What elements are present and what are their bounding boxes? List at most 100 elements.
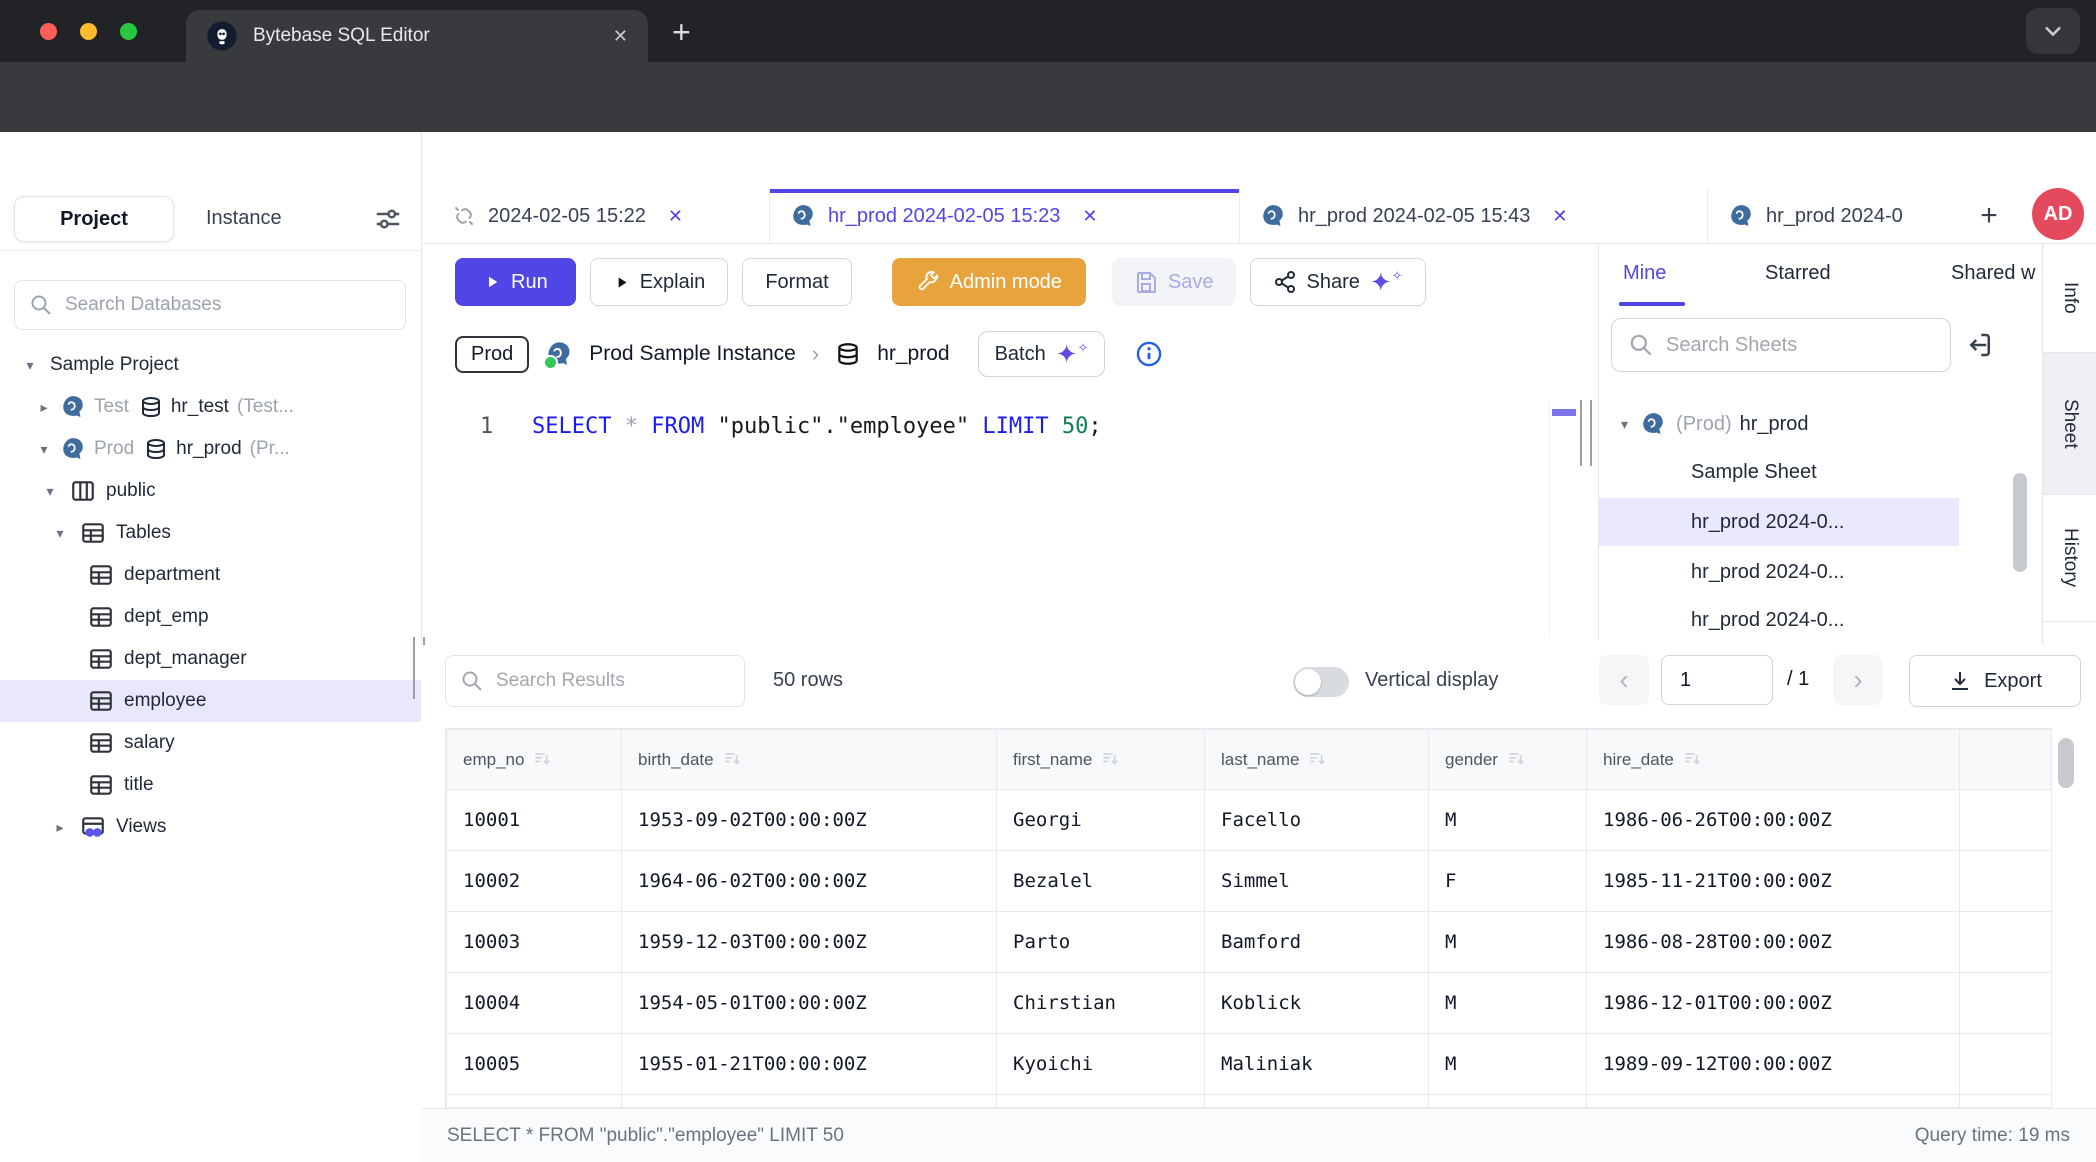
admin-mode-button[interactable]: Admin mode (892, 258, 1086, 306)
column-header[interactable]: birth_date (622, 730, 997, 790)
cell[interactable]: Simmel (1205, 851, 1429, 912)
cell[interactable]: M (1429, 790, 1587, 851)
batch-button[interactable]: Batch ✦✧ (978, 331, 1106, 377)
column-header[interactable]: last_name (1205, 730, 1429, 790)
filter-sliders-icon[interactable] (373, 204, 403, 234)
next-page-button[interactable]: › (1833, 655, 1883, 705)
cell[interactable]: 1954-05-01T00:00:00Z (622, 973, 997, 1034)
tree-item-views[interactable]: ▸ Views (0, 806, 421, 848)
cell[interactable]: Parto (997, 912, 1205, 973)
tab-shared-with-me[interactable]: Shared w (1951, 262, 2036, 285)
sheet-tab[interactable]: hr_prod 2024-02-05 15:43 ✕ (1240, 189, 1708, 243)
window-close-button[interactable] (40, 23, 57, 40)
info-icon[interactable] (1135, 340, 1163, 368)
column-header[interactable]: first_name (997, 730, 1205, 790)
collapse-panel-icon[interactable] (1965, 330, 1995, 360)
sheet-list-scrollbar[interactable] (2013, 473, 2027, 572)
close-icon[interactable]: ✕ (1552, 206, 1567, 227)
cell[interactable]: 1986-08-28T00:00:00Z (1587, 912, 1960, 973)
cell[interactable]: Bezalel (997, 851, 1205, 912)
prev-page-button[interactable]: ‹ (1599, 655, 1649, 705)
sheet-tab[interactable]: 2024-02-05 15:22 ✕ (432, 189, 770, 243)
cell[interactable]: 10006 (447, 1095, 622, 1109)
tree-item-tables[interactable]: ▾ Tables (0, 512, 421, 554)
table-row[interactable]: 100031959-12-03T00:00:00ZPartoBamfordM19… (447, 912, 2053, 973)
tab-close-icon[interactable]: ✕ (613, 26, 628, 47)
new-sheet-button[interactable]: + (1966, 189, 2012, 243)
tree-item-public[interactable]: ▾ public (0, 470, 421, 512)
tab-sheet[interactable]: Sheet (2043, 353, 2096, 495)
export-button[interactable]: Export (1909, 655, 2081, 707)
ai-sparkle-icon[interactable]: ✦✧ (1370, 269, 1403, 295)
tree-item-table-selected[interactable]: employee (0, 680, 421, 722)
tab-instance[interactable]: Instance (206, 207, 282, 230)
tab-starred[interactable]: Starred (1765, 262, 1831, 285)
cell[interactable]: M (1429, 912, 1587, 973)
instance-name[interactable]: Prod Sample Instance (589, 342, 796, 366)
tab-history[interactable]: History (2043, 495, 2096, 622)
cell[interactable]: 1959-12-03T00:00:00Z (622, 912, 997, 973)
table-row[interactable]: 100051955-01-21T00:00:00ZKyoichiMaliniak… (447, 1034, 2053, 1095)
column-header[interactable]: gender (1429, 730, 1587, 790)
format-button[interactable]: Format (742, 258, 851, 306)
caret-down-icon[interactable]: ▾ (22, 357, 38, 374)
cell[interactable]: Maliniak (1205, 1034, 1429, 1095)
cell[interactable]: Kyoichi (997, 1034, 1205, 1095)
cell[interactable]: F (1429, 851, 1587, 912)
close-icon[interactable]: ✕ (668, 206, 683, 227)
tree-item-table[interactable]: dept_emp (0, 596, 421, 638)
tab-project[interactable]: Project (14, 196, 174, 242)
tab-mine[interactable]: Mine (1623, 262, 1666, 285)
vertical-display-toggle[interactable] (1293, 667, 1349, 697)
user-avatar[interactable]: AD (2032, 188, 2084, 240)
sheet-search-input[interactable]: Search Sheets (1611, 318, 1951, 372)
save-button[interactable]: Save (1112, 258, 1236, 306)
cell[interactable]: 1986-12-01T00:00:00Z (1587, 973, 1960, 1034)
tree-item-table[interactable]: salary (0, 722, 421, 764)
column-header[interactable]: hire_date (1587, 730, 1960, 790)
share-button[interactable]: Share ✦✧ (1250, 258, 1426, 306)
tree-item-table[interactable]: title (0, 764, 421, 806)
sheet-item[interactable]: hr_prod 2024-0... (1599, 548, 1959, 596)
cell[interactable]: 10005 (447, 1034, 622, 1095)
results-scrollbar[interactable] (2058, 738, 2074, 788)
sheet-item[interactable]: hr_prod 2024-0... (1599, 596, 1959, 640)
sql-code-editor[interactable]: 1 SELECT * FROM "public"."employee" LIMI… (432, 404, 1598, 464)
cell[interactable]: 1953-04-20T00:00:00Z (622, 1095, 997, 1109)
cell[interactable]: Chirstian (997, 973, 1205, 1034)
cell[interactable]: F (1429, 1095, 1587, 1109)
cell[interactable]: 1953-09-02T00:00:00Z (622, 790, 997, 851)
sort-icon[interactable] (1682, 749, 1702, 769)
cell[interactable]: M (1429, 1034, 1587, 1095)
tree-item-hr-test[interactable]: ▸ Test hr_test (Test... (0, 386, 421, 428)
caret-down-icon[interactable]: ▾ (42, 483, 58, 500)
cell[interactable]: Georgi (997, 790, 1205, 851)
run-button[interactable]: Run (455, 258, 576, 306)
database-search-input[interactable]: Search Databases (14, 280, 406, 330)
sort-icon[interactable] (532, 749, 552, 769)
cell[interactable]: Preusig (1205, 1095, 1429, 1109)
caret-right-icon[interactable]: ▸ (52, 819, 68, 836)
environment-chip[interactable]: Prod (455, 336, 529, 373)
tree-item-table[interactable]: dept_manager (0, 638, 421, 680)
explain-button[interactable]: Explain (590, 258, 729, 306)
cell[interactable]: 1964-06-02T00:00:00Z (622, 851, 997, 912)
tab-search-button[interactable] (2026, 8, 2080, 54)
sort-icon[interactable] (1307, 749, 1327, 769)
cell[interactable]: Facello (1205, 790, 1429, 851)
caret-right-icon[interactable]: ▸ (36, 399, 52, 416)
tab-info[interactable]: Info (2043, 244, 2096, 353)
cell[interactable]: M (1429, 973, 1587, 1034)
new-tab-button[interactable]: + (672, 14, 691, 51)
cell[interactable]: 10004 (447, 973, 622, 1034)
database-name[interactable]: hr_prod (877, 342, 949, 366)
sort-icon[interactable] (1100, 749, 1120, 769)
sheet-item[interactable]: Sample Sheet ⋯ (1599, 448, 1959, 496)
window-minimize-button[interactable] (80, 23, 97, 40)
cell[interactable]: 1989-06-02T00:00:00Z (1587, 1095, 1960, 1109)
editor-resize-handle[interactable] (1580, 400, 1592, 466)
cell[interactable]: 10001 (447, 790, 622, 851)
table-row[interactable]: 100061953-04-20T00:00:00ZAnnekePreusigF1… (447, 1095, 2053, 1109)
cell[interactable]: 1986-06-26T00:00:00Z (1587, 790, 1960, 851)
table-row[interactable]: 100011953-09-02T00:00:00ZGeorgiFacelloM1… (447, 790, 2053, 851)
